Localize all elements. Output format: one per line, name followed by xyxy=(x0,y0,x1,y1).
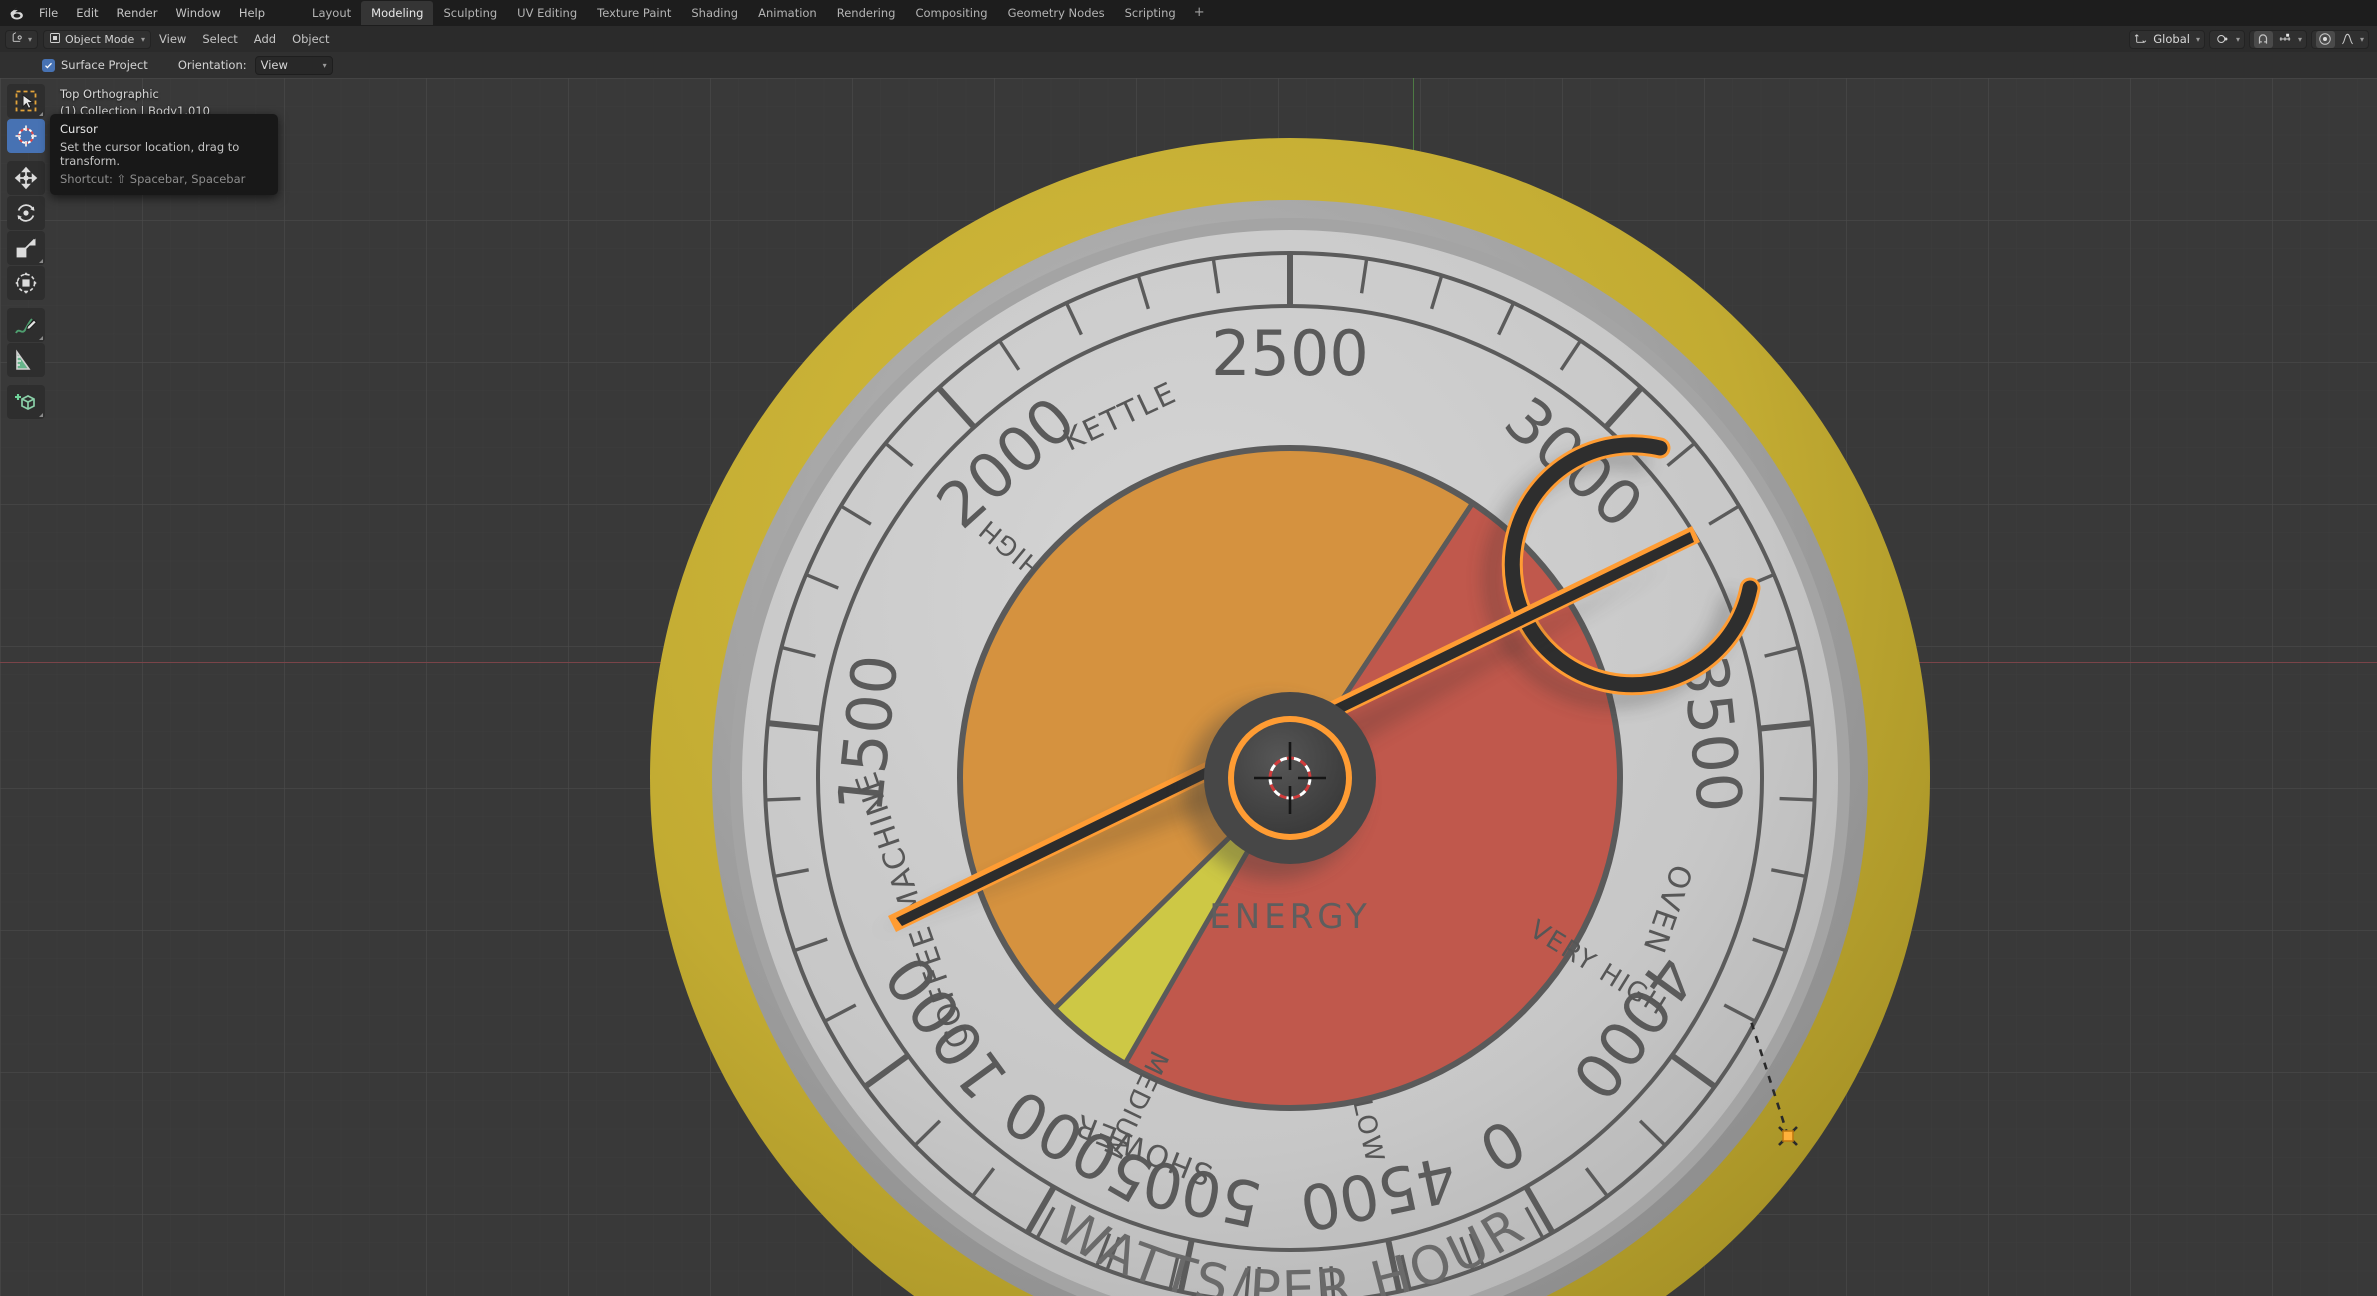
smooth-falloff-icon[interactable] xyxy=(2338,31,2357,48)
blender-window: File Edit Render Window Help Layout Mode… xyxy=(0,0,2377,1296)
proportional-editing-group[interactable]: ▾ xyxy=(2310,29,2369,49)
mode-selector[interactable]: Object Mode ▾ xyxy=(43,29,152,49)
top-menu-bar: File Edit Render Window Help Layout Mode… xyxy=(0,0,2377,26)
move-tool[interactable] xyxy=(7,161,45,195)
menu-render[interactable]: Render xyxy=(108,0,167,26)
checkbox-checked-icon xyxy=(42,58,55,72)
gauge-svg: 0500100015002000250030003500400045005000… xyxy=(650,138,1930,1296)
proportional-editing-icon[interactable] xyxy=(2315,30,2335,48)
tool-subgroup-indicator xyxy=(39,413,43,417)
editor-type-3dview-icon xyxy=(11,31,24,47)
viewport-header: ▾ Object Mode ▾ View Select Add Object xyxy=(0,26,2377,52)
surface-project-label: Surface Project xyxy=(61,58,148,72)
transform-orientation-group[interactable]: Global ▾ xyxy=(2129,29,2205,49)
add-cube-tool[interactable] xyxy=(7,385,45,419)
select-box-tool[interactable] xyxy=(7,84,45,118)
tooltip-description: Set the cursor location, drag to transfo… xyxy=(60,140,240,168)
scale-number: 2500 xyxy=(1211,317,1369,390)
scale-tool[interactable] xyxy=(7,231,45,265)
mode-label: Object Mode xyxy=(65,32,135,46)
measure-tool[interactable] xyxy=(7,343,45,377)
chevron-down-icon: ▾ xyxy=(322,60,327,70)
view-name-label: Top Orthographic xyxy=(60,87,159,101)
toolbar-group-select xyxy=(7,84,49,153)
toolbar-group-add xyxy=(7,385,49,419)
tab-modeling[interactable]: Modeling xyxy=(361,1,434,25)
chevron-down-icon: ▾ xyxy=(141,34,146,44)
tab-shading[interactable]: Shading xyxy=(681,1,748,25)
magnet-icon[interactable] xyxy=(2253,30,2273,48)
tab-geometry-nodes[interactable]: Geometry Nodes xyxy=(998,1,1115,25)
cursor-tool[interactable] xyxy=(7,119,45,153)
transform-tool[interactable] xyxy=(7,266,45,300)
chevron-down-icon: ▾ xyxy=(2359,34,2364,44)
snapping-group[interactable]: ▾ xyxy=(2248,29,2307,49)
viewport-header-right: Global ▾ ▾ ▾ ▾ xyxy=(2129,26,2377,52)
viewport-toolbar xyxy=(7,84,49,425)
menu-file[interactable]: File xyxy=(30,0,67,26)
viewport-menu-object[interactable]: Object xyxy=(284,26,337,52)
chevron-down-icon: ▾ xyxy=(28,34,33,44)
tab-sculpting[interactable]: Sculpting xyxy=(433,1,507,25)
chevron-down-icon: ▾ xyxy=(2195,34,2200,44)
pivot-point-icon[interactable] xyxy=(2214,31,2233,48)
tab-compositing[interactable]: Compositing xyxy=(905,1,997,25)
gauge-brand-label: ENERGY xyxy=(1209,897,1370,937)
tab-animation[interactable]: Animation xyxy=(748,1,827,25)
orientation-label: Orientation: xyxy=(177,58,247,72)
tab-uv-editing[interactable]: UV Editing xyxy=(507,1,587,25)
tab-layout[interactable]: Layout xyxy=(302,1,361,25)
tool-settings-bar: Surface Project Orientation: View ▾ xyxy=(0,52,2377,78)
tab-texture-paint[interactable]: Texture Paint xyxy=(587,1,681,25)
tool-tooltip: Cursor Set the cursor location, drag to … xyxy=(50,114,278,195)
snap-increment-icon[interactable] xyxy=(2276,31,2295,48)
menu-window[interactable]: Window xyxy=(166,0,229,26)
menu-edit[interactable]: Edit xyxy=(67,0,107,26)
pivot-point-group[interactable]: ▾ xyxy=(2208,29,2245,49)
tooltip-title: Cursor xyxy=(60,122,98,136)
viewport-menu-select[interactable]: Select xyxy=(194,26,245,52)
tool-subgroup-indicator xyxy=(39,336,43,340)
add-workspace-button[interactable]: + xyxy=(1186,0,1213,26)
orientation-axes-icon xyxy=(2134,30,2147,49)
rotate-tool[interactable] xyxy=(7,196,45,230)
gauge-3d-model[interactable]: 0 500 1000 1500 2000 2500 3000 3500 4000 4500 5000… xyxy=(630,118,1950,1296)
chevron-down-icon: ▾ xyxy=(2297,34,2302,44)
orientation-dropdown[interactable]: View ▾ xyxy=(254,55,333,75)
3d-viewport[interactable]: 0 500 1000 1500 2000 2500 3000 3500 4000 4500 5000… xyxy=(0,78,2377,1296)
toolbar-group-annotate xyxy=(7,308,49,377)
toolbar-group-transform xyxy=(7,161,49,300)
annotate-tool[interactable] xyxy=(7,308,45,342)
tab-rendering[interactable]: Rendering xyxy=(827,1,906,25)
viewport-menu-add[interactable]: Add xyxy=(246,26,284,52)
workspace-tabs: Layout Modeling Sculpting UV Editing Tex… xyxy=(302,0,1213,26)
viewport-menu-view[interactable]: View xyxy=(151,26,194,52)
orientation-value: View xyxy=(260,58,288,72)
editor-type-button[interactable]: ▾ xyxy=(5,29,39,49)
tool-subgroup-indicator xyxy=(39,112,43,116)
chevron-down-icon: ▾ xyxy=(2235,34,2240,44)
blender-logo-icon[interactable] xyxy=(4,0,30,26)
tool-subgroup-indicator xyxy=(39,259,43,263)
object-mode-icon xyxy=(49,32,61,47)
transform-orientation-label: Global xyxy=(2153,32,2190,46)
tooltip-shortcut: Shortcut: ⇧ Spacebar, Spacebar xyxy=(60,172,246,186)
tab-scripting[interactable]: Scripting xyxy=(1115,1,1186,25)
surface-project-checkbox[interactable]: Surface Project xyxy=(42,58,148,72)
menu-help[interactable]: Help xyxy=(230,0,274,26)
